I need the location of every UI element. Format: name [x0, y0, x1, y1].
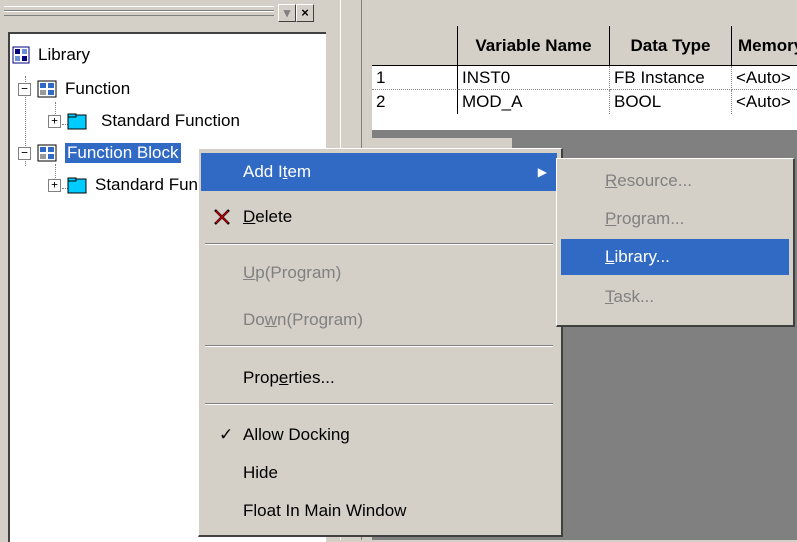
- menu-label: Down(Program): [243, 310, 363, 329]
- cell-variable-name[interactable]: INST0: [458, 66, 610, 90]
- cell-memory[interactable]: <Auto>: [732, 66, 797, 90]
- cell-data-type[interactable]: FB Instance: [610, 66, 732, 90]
- workspace-top: [372, 0, 797, 26]
- cell-data-type[interactable]: BOOL: [610, 90, 732, 114]
- menu-label: Hide: [243, 463, 278, 482]
- row-number[interactable]: 2: [372, 90, 458, 114]
- expand-icon[interactable]: +: [48, 178, 61, 192]
- submenu-item-resource[interactable]: Resource...: [561, 163, 789, 199]
- submenu-arrow-icon: ▶: [537, 165, 547, 179]
- collapse-icon[interactable]: −: [18, 146, 31, 160]
- tree-item-standard-function[interactable]: + Standard Function: [48, 108, 240, 134]
- submenu-item-program[interactable]: Program...: [561, 201, 789, 237]
- expand-icon[interactable]: +: [48, 114, 61, 128]
- tree-label: Standard Function: [101, 111, 240, 130]
- column-header[interactable]: Data Type: [610, 26, 732, 66]
- function-icon: [37, 80, 57, 98]
- tree-label: Library: [38, 45, 90, 64]
- menu-label: Properties...: [243, 368, 335, 387]
- close-button[interactable]: ×: [296, 4, 314, 22]
- library-icon: [12, 46, 30, 64]
- menu-item-float[interactable]: Float In Main Window: [201, 492, 557, 530]
- menu-item-up[interactable]: Up(Program): [201, 254, 557, 292]
- menu-label: Add Item: [243, 162, 312, 181]
- menu-label: Float In Main Window: [243, 501, 407, 520]
- context-menu: Add Item ▶ Delete Up(Program) Down(Progr…: [198, 148, 563, 537]
- menu-label: Allow Docking: [243, 425, 350, 444]
- delete-x-icon: [214, 209, 230, 225]
- menu-item-hide[interactable]: Hide: [201, 454, 557, 492]
- tree-label: Function: [65, 79, 131, 98]
- minimize-button[interactable]: ▾: [278, 4, 296, 22]
- menu-label: Library...: [605, 247, 670, 266]
- folder-icon: [67, 177, 87, 193]
- folder-icon: [67, 113, 87, 129]
- tree-item-library[interactable]: Library: [12, 42, 90, 68]
- collapse-icon[interactable]: −: [18, 82, 31, 96]
- column-header[interactable]: Memory: [732, 26, 797, 66]
- menu-item-add-item[interactable]: Add Item ▶: [201, 153, 557, 191]
- cell-variable-name[interactable]: MOD_A: [458, 90, 610, 114]
- submenu-item-task[interactable]: Task...: [561, 279, 789, 315]
- menu-item-delete[interactable]: Delete: [201, 198, 557, 236]
- panel-titlebar[interactable]: ▾ ×: [0, 0, 340, 32]
- tree-label-selected: Function Block: [65, 143, 181, 163]
- row-number[interactable]: 1: [372, 66, 458, 90]
- menu-separator: [205, 345, 553, 347]
- menu-label: Delete: [243, 207, 293, 226]
- menu-item-down[interactable]: Down(Program): [201, 301, 557, 339]
- menu-item-allow-docking[interactable]: ✓ Allow Docking: [201, 416, 557, 454]
- menu-item-properties[interactable]: Properties...: [201, 359, 557, 397]
- menu-label: Program...: [605, 209, 685, 228]
- tree-item-function-block[interactable]: − Function Block: [18, 140, 181, 166]
- tree-item-function[interactable]: − Function: [18, 76, 130, 102]
- variable-table[interactable]: Variable Name Data Type Memory 1 INST0 F…: [372, 26, 797, 130]
- add-item-submenu: Resource... Program... Library... Task..…: [556, 158, 795, 327]
- grip-line: [4, 11, 274, 16]
- cell-memory[interactable]: <Auto>: [732, 90, 797, 114]
- menu-label: Resource...: [605, 171, 692, 190]
- function-icon: [37, 144, 57, 162]
- menu-separator: [205, 403, 553, 405]
- checkmark-icon: ✓: [219, 425, 234, 444]
- column-header[interactable]: Variable Name: [458, 26, 610, 66]
- column-header[interactable]: [372, 26, 458, 66]
- menu-label: Task...: [605, 287, 655, 306]
- submenu-item-library[interactable]: Library...: [561, 239, 789, 275]
- menu-separator: [205, 243, 553, 245]
- menu-label: Up(Program): [243, 263, 342, 282]
